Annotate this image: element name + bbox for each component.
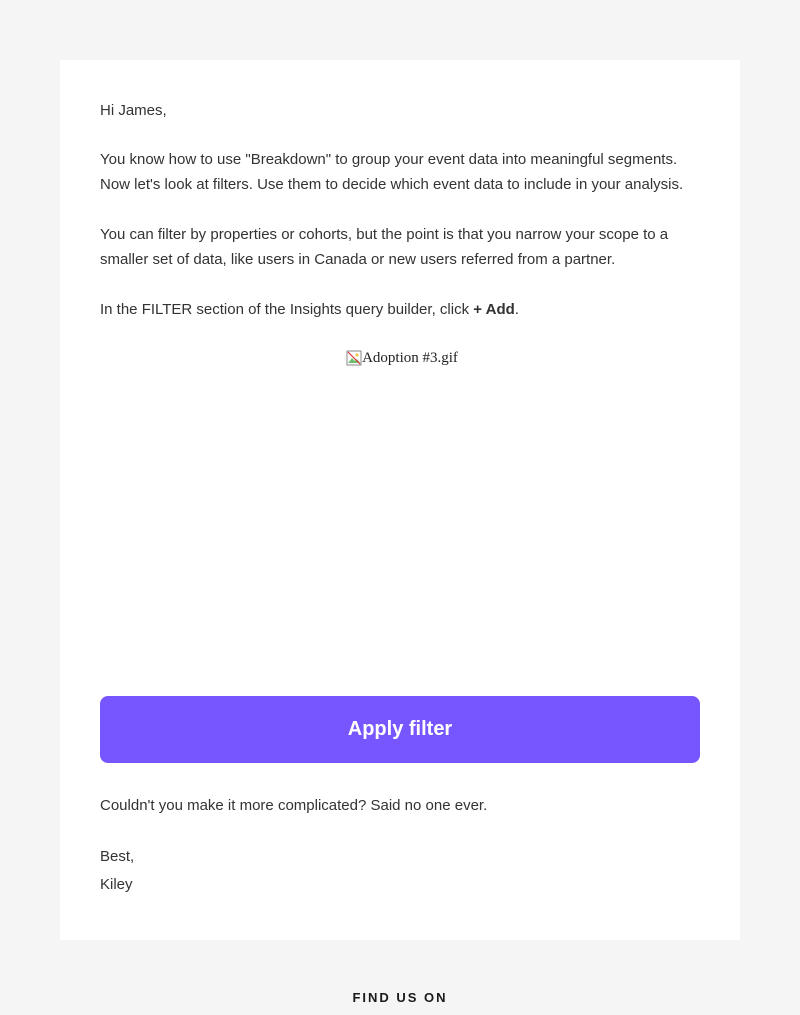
body-paragraph-3: In the FILTER section of the Insights qu… (100, 297, 700, 323)
email-card: Hi James, You know how to use "Breakdown… (60, 60, 740, 940)
broken-image-icon (346, 350, 362, 366)
paragraph3-suffix: . (515, 301, 519, 318)
signature-block: Best, Kiley (100, 843, 700, 900)
broken-image-placeholder: Adoption #3.gif (60, 346, 740, 676)
email-footer: FIND US ON (0, 990, 800, 1015)
signoff-text: Best, (100, 843, 700, 872)
paragraph3-prefix: In the FILTER section of the Insights qu… (100, 301, 473, 318)
body-paragraph-1: You know how to use "Breakdown" to group… (100, 147, 700, 198)
apply-filter-button[interactable]: Apply filter (100, 696, 700, 763)
closing-quip: Couldn't you make it more complicated? S… (100, 793, 700, 819)
body-paragraph-2: You can filter by properties or cohorts,… (100, 222, 700, 273)
greeting-text: Hi James, (100, 100, 700, 123)
broken-image-alt-text: Adoption #3.gif (362, 350, 458, 366)
find-us-on-heading: FIND US ON (0, 990, 800, 1005)
embedded-image-block: Adoption #3.gif (60, 346, 740, 676)
paragraph3-bold: + Add (473, 301, 515, 318)
sender-name: Kiley (100, 871, 700, 900)
